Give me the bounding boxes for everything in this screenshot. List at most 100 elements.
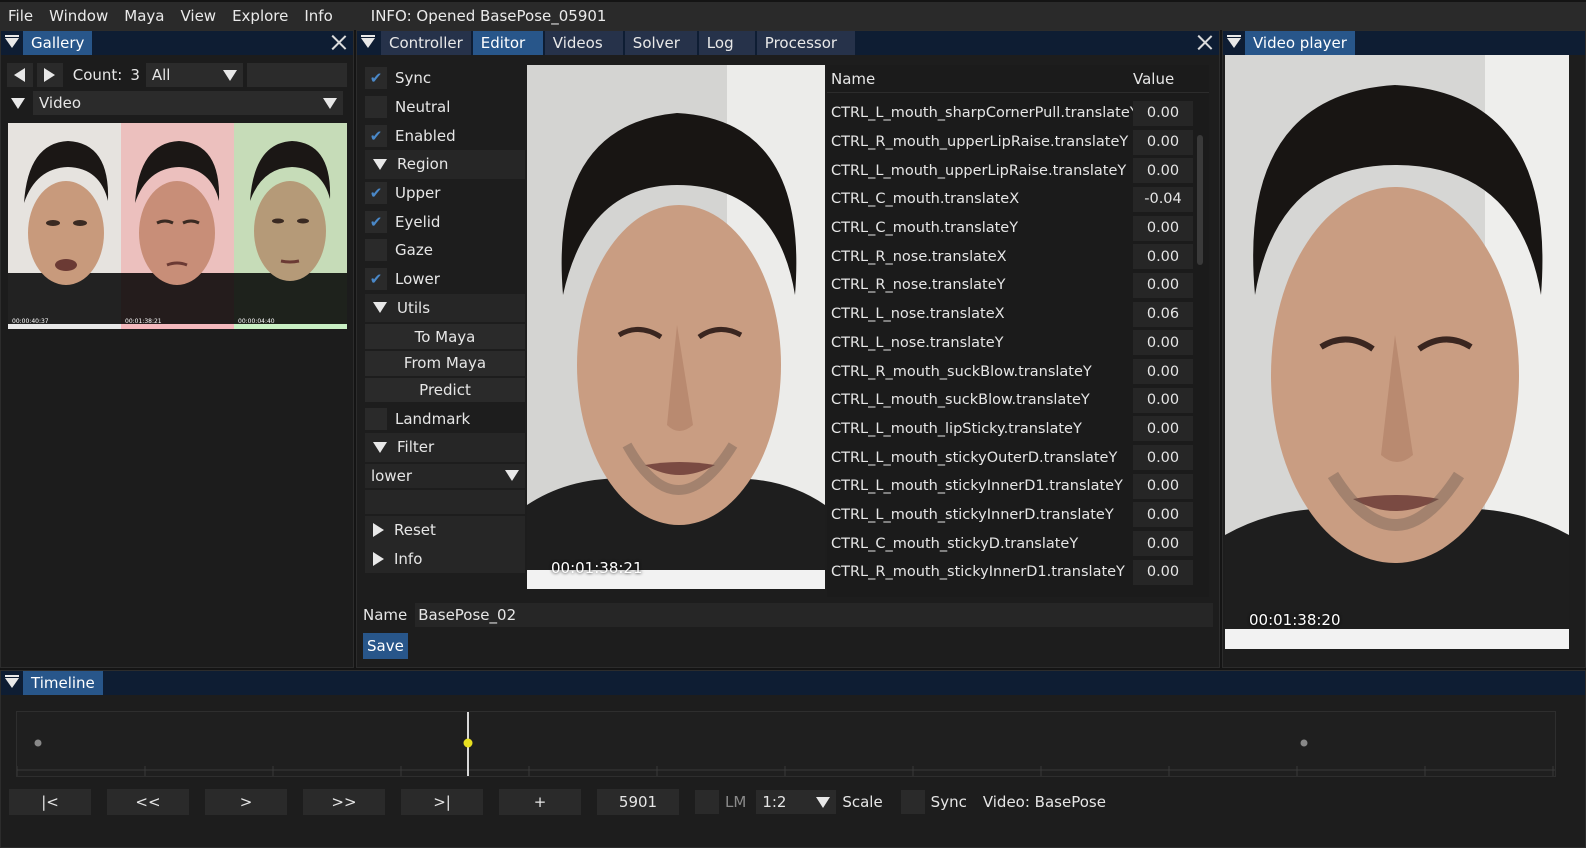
sync-checkbox[interactable] bbox=[365, 67, 387, 90]
lower-checkbox-row[interactable]: Lower bbox=[365, 265, 525, 294]
collapse-icon[interactable] bbox=[1223, 31, 1245, 55]
lower-checkbox[interactable] bbox=[365, 268, 387, 291]
rewind-button[interactable]: << bbox=[107, 789, 189, 815]
filter-dropdown[interactable]: All bbox=[145, 63, 244, 87]
control-value-field[interactable]: 0.00 bbox=[1133, 100, 1193, 126]
table-row[interactable]: CTRL_R_mouth_suckBlow.translateY 0.00 bbox=[827, 357, 1209, 386]
thumbnail[interactable]: 00:01:38:21 bbox=[121, 123, 234, 329]
play-button[interactable]: > bbox=[205, 789, 287, 815]
column-name[interactable]: Name bbox=[827, 70, 1133, 88]
search-input[interactable] bbox=[247, 63, 347, 87]
control-value-field[interactable]: 0.00 bbox=[1133, 416, 1193, 442]
sync-checkbox-row[interactable]: Sync bbox=[365, 64, 525, 93]
control-value-field[interactable]: 0.00 bbox=[1133, 244, 1193, 270]
tab-controller[interactable]: Controller bbox=[381, 31, 471, 55]
ratio-dropdown[interactable]: 1:2 bbox=[756, 790, 837, 814]
thumbnail[interactable]: 00:00:40:37 bbox=[8, 123, 121, 329]
control-value-field[interactable]: 0.00 bbox=[1133, 502, 1193, 528]
tab-editor[interactable]: Editor bbox=[472, 31, 543, 55]
control-value-field[interactable]: 0.00 bbox=[1133, 158, 1193, 184]
control-value-field[interactable]: 0.00 bbox=[1133, 272, 1193, 298]
tab-processor[interactable]: Processor bbox=[756, 31, 855, 55]
table-row[interactable]: CTRL_L_mouth_stickyOuterD.translateY 0.00 bbox=[827, 443, 1209, 472]
collapse-icon[interactable] bbox=[1, 671, 23, 695]
control-value-field[interactable]: 0.00 bbox=[1133, 445, 1193, 471]
eyelid-checkbox-row[interactable]: Eyelid bbox=[365, 207, 525, 236]
region-header[interactable]: Region bbox=[365, 150, 525, 179]
info-header[interactable]: Info bbox=[365, 544, 525, 573]
column-value[interactable]: Value bbox=[1133, 70, 1203, 88]
table-row[interactable]: CTRL_R_mouth_upperLipRaise.translateY 0.0… bbox=[827, 128, 1209, 157]
tab-videos[interactable]: Videos bbox=[544, 31, 623, 55]
gaze-checkbox-row[interactable]: Gaze bbox=[365, 236, 525, 265]
landmark-checkbox-row[interactable]: Landmark bbox=[365, 404, 525, 433]
table-row[interactable]: CTRL_L_mouth_suckBlow.translateY 0.00 bbox=[827, 386, 1209, 415]
table-row[interactable]: CTRL_R_nose.translateY 0.00 bbox=[827, 271, 1209, 300]
predict-button[interactable]: Predict bbox=[365, 377, 525, 403]
control-value-field[interactable]: 0.00 bbox=[1133, 387, 1193, 413]
menu-info[interactable]: Info bbox=[296, 7, 340, 25]
table-scrollbar[interactable] bbox=[1197, 135, 1203, 265]
table-row[interactable]: CTRL_L_mouth_stickyInnerD.translateY 0.00 bbox=[827, 501, 1209, 530]
table-row[interactable]: CTRL_R_mouth_stickyInnerD1.translateY 0.0… bbox=[827, 558, 1209, 587]
save-button[interactable]: Save bbox=[363, 633, 408, 659]
go-end-button[interactable]: >| bbox=[401, 789, 483, 815]
enabled-checkbox-row[interactable]: Enabled bbox=[365, 121, 525, 150]
fast-forward-button[interactable]: >> bbox=[303, 789, 385, 815]
collapse-icon[interactable] bbox=[357, 31, 379, 55]
control-value-field[interactable]: 0.00 bbox=[1133, 559, 1193, 585]
control-value-field[interactable]: 0.00 bbox=[1133, 531, 1193, 557]
control-value-field[interactable]: 0.00 bbox=[1133, 359, 1193, 385]
from-maya-button[interactable]: From Maya bbox=[365, 350, 525, 376]
eyelid-checkbox[interactable] bbox=[365, 210, 387, 233]
control-value-field[interactable]: 0.06 bbox=[1133, 301, 1193, 327]
utils-header[interactable]: Utils bbox=[365, 293, 525, 323]
table-row[interactable]: CTRL_L_nose.translateY 0.00 bbox=[827, 329, 1209, 358]
next-icon[interactable] bbox=[36, 63, 63, 87]
add-key-button[interactable]: + bbox=[499, 789, 581, 815]
close-icon[interactable] bbox=[331, 34, 347, 50]
neutral-checkbox-row[interactable]: Neutral bbox=[365, 93, 525, 122]
collapse-icon[interactable] bbox=[1, 31, 23, 55]
table-row[interactable]: CTRL_L_mouth_upperLipRaise.translateY 0.0… bbox=[827, 156, 1209, 185]
control-value-field[interactable]: 0.00 bbox=[1133, 330, 1193, 356]
name-field[interactable]: BasePose_02 bbox=[415, 603, 1213, 627]
close-icon[interactable] bbox=[1197, 34, 1213, 50]
editor-video-frame[interactable]: 00:01:38:21 bbox=[527, 65, 825, 589]
enabled-checkbox[interactable] bbox=[365, 124, 387, 147]
to-maya-button[interactable]: To Maya bbox=[365, 324, 525, 349]
filter-dropdown[interactable]: lower bbox=[365, 463, 525, 488]
table-row[interactable]: CTRL_C_mouth_stickyD.translateY 0.00 bbox=[827, 529, 1209, 558]
lm-checkbox[interactable] bbox=[695, 790, 719, 814]
control-value-field[interactable]: 0.00 bbox=[1133, 215, 1193, 241]
table-row[interactable]: CTRL_L_mouth_stickyInnerD1.translateY 0.0… bbox=[827, 472, 1209, 501]
player-video-frame[interactable]: 00:01:38:20 bbox=[1225, 55, 1569, 649]
table-row[interactable]: CTRL_L_nose.translateX 0.06 bbox=[827, 300, 1209, 329]
menu-maya[interactable]: Maya bbox=[116, 7, 172, 25]
tab-log[interactable]: Log bbox=[698, 31, 755, 55]
filter-header[interactable]: Filter bbox=[365, 432, 525, 462]
upper-checkbox-row[interactable]: Upper bbox=[365, 179, 525, 208]
neutral-checkbox[interactable] bbox=[365, 96, 387, 119]
table-row[interactable]: CTRL_R_nose.translateX 0.00 bbox=[827, 242, 1209, 271]
menu-file[interactable]: File bbox=[0, 7, 41, 25]
upper-checkbox[interactable] bbox=[365, 182, 387, 205]
reset-header[interactable]: Reset bbox=[365, 515, 525, 545]
thumbnail[interactable]: 00:00:04:40 bbox=[234, 123, 347, 329]
tab-solver[interactable]: Solver bbox=[624, 31, 697, 55]
menu-view[interactable]: View bbox=[172, 7, 224, 25]
control-value-field[interactable]: 0.00 bbox=[1133, 473, 1193, 499]
prev-icon[interactable] bbox=[7, 63, 33, 87]
source-dropdown[interactable]: Video bbox=[33, 91, 343, 115]
menu-explore[interactable]: Explore bbox=[224, 7, 296, 25]
filter-input[interactable] bbox=[365, 489, 525, 514]
table-row[interactable]: CTRL_C_mouth.translateY 0.00 bbox=[827, 214, 1209, 243]
timeline-track[interactable] bbox=[16, 711, 1556, 777]
source-collapse-icon[interactable] bbox=[7, 91, 29, 115]
table-row[interactable]: CTRL_L_mouth_sharpCornerPull.translateY 0… bbox=[827, 99, 1209, 128]
table-row[interactable]: CTRL_C_mouth.translateX -0.04 bbox=[827, 185, 1209, 214]
table-row[interactable]: CTRL_L_mouth_lipSticky.translateY 0.00 bbox=[827, 415, 1209, 444]
landmark-checkbox[interactable] bbox=[365, 407, 387, 430]
control-value-field[interactable]: 0.00 bbox=[1133, 129, 1193, 155]
control-value-field[interactable]: -0.04 bbox=[1133, 186, 1193, 212]
